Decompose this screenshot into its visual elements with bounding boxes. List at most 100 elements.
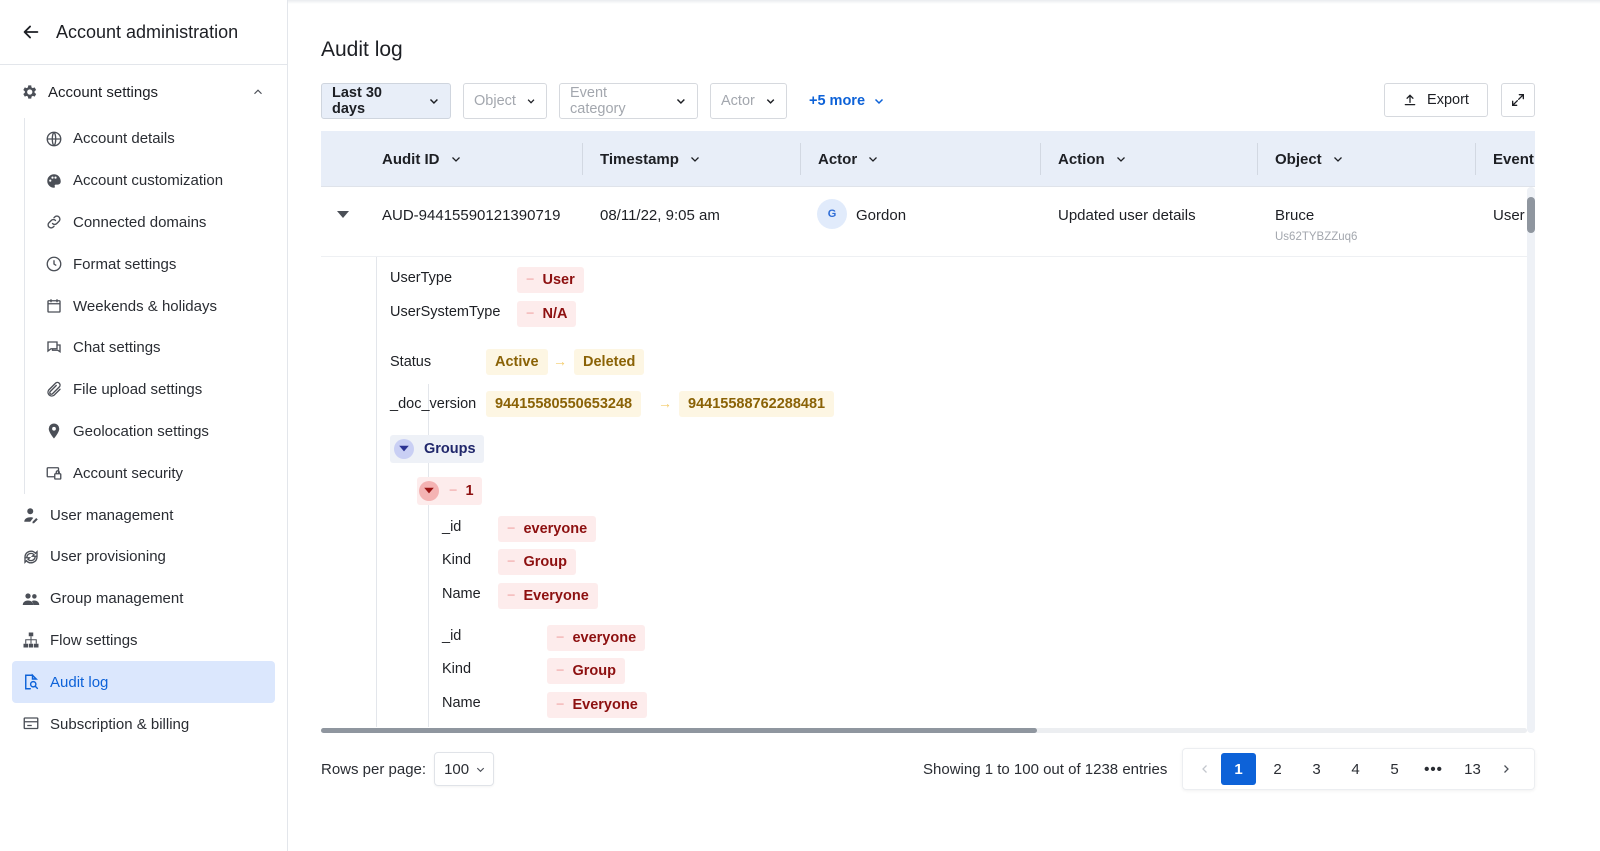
- new-value-pill: Deleted: [574, 349, 645, 375]
- sidebar-item-file-upload-settings[interactable]: File upload settings: [25, 369, 287, 411]
- pill-value: Everyone: [523, 588, 589, 604]
- column-header-timestamp[interactable]: Timestamp: [600, 131, 701, 187]
- column-header-action[interactable]: Action: [1058, 131, 1127, 187]
- column-label: Object: [1275, 150, 1322, 168]
- sidebar-item-label: File upload settings: [73, 381, 203, 399]
- column-label: Action: [1058, 150, 1105, 168]
- clock-icon: [46, 256, 62, 272]
- group-icon: [22, 593, 40, 605]
- groups-label: Groups: [424, 441, 476, 457]
- next-page-button[interactable]: [1494, 753, 1518, 785]
- expand-row-caret-icon[interactable]: [337, 210, 349, 220]
- page-button[interactable]: 4: [1338, 753, 1373, 785]
- removed-marker: −: [526, 272, 535, 288]
- sidebar-item-weekends-holidays[interactable]: Weekends & holidays: [25, 285, 287, 327]
- timestamp-cell: 08/11/22, 9:05 am: [600, 207, 720, 224]
- more-filters-button[interactable]: +5 more: [799, 83, 885, 119]
- groups-node[interactable]: Groups: [390, 435, 484, 463]
- sidebar-item-chat-settings[interactable]: Chat settings: [25, 327, 287, 369]
- removed-value-pill: − Everyone: [547, 692, 647, 718]
- sidebar-item-label: Account details: [73, 130, 175, 148]
- page-button[interactable]: 2: [1260, 753, 1295, 785]
- collapse-caret-icon[interactable]: [419, 481, 439, 501]
- removed-value-pill: − everyone: [547, 625, 646, 651]
- page-button[interactable]: 1: [1221, 753, 1256, 785]
- sidebar-item-geolocation-settings[interactable]: Geolocation settings: [25, 411, 287, 453]
- account-settings-submenu: Account details Account customization Co…: [24, 118, 287, 495]
- column-header-audit-id[interactable]: Audit ID: [382, 131, 462, 187]
- chevron-up-icon[interactable]: [251, 85, 265, 99]
- pill-value: Group: [523, 554, 567, 570]
- sidebar-item-subscription-billing[interactable]: Subscription & billing: [12, 703, 275, 745]
- sidebar-item-connected-domains[interactable]: Connected domains: [25, 202, 287, 244]
- page-button[interactable]: 3: [1299, 753, 1334, 785]
- sidebar-item-group-management[interactable]: Group management: [12, 578, 275, 620]
- sidebar-item-account-security[interactable]: Account security: [25, 452, 287, 494]
- back-arrow-icon[interactable]: [20, 21, 42, 43]
- sidebar-item-label: Account security: [73, 464, 184, 482]
- pill-value: User: [542, 272, 575, 288]
- collapse-caret-icon[interactable]: [394, 439, 414, 459]
- more-filters-label: +5 more: [809, 93, 866, 109]
- sidebar-item-label: Geolocation settings: [73, 422, 209, 440]
- rows-per-page-select[interactable]: 100: [434, 752, 495, 786]
- column-divider: [1257, 143, 1258, 175]
- removed-value-pill: − Group: [547, 658, 625, 684]
- sidebar-item-user-management[interactable]: User management: [12, 494, 275, 536]
- removed-marker: −: [507, 521, 516, 537]
- sidebar-item-account-customization[interactable]: Account customization: [25, 160, 287, 202]
- ellipsis: •••: [1424, 760, 1443, 778]
- removed-value-pill: − everyone: [498, 516, 597, 542]
- chevron-down-icon: [1333, 157, 1342, 162]
- horizontal-scrollbar[interactable]: [321, 728, 1527, 733]
- sync-icon: [24, 549, 38, 564]
- sidebar-item-audit-log[interactable]: Audit log: [12, 661, 275, 704]
- removed-marker: −: [449, 483, 458, 499]
- sidebar-item-flow-settings[interactable]: Flow settings: [12, 620, 275, 662]
- old-value-pill: 94415580550653248: [486, 391, 642, 417]
- page-button[interactable]: 5: [1377, 753, 1412, 785]
- sidebar-item-label: Format settings: [73, 255, 177, 273]
- sidebar-item-format-settings[interactable]: Format settings: [25, 243, 287, 285]
- event-category-filter[interactable]: Event category: [559, 83, 698, 119]
- column-label: Actor: [818, 150, 858, 168]
- expand-button[interactable]: [1501, 83, 1535, 117]
- removed-value-pill: − Everyone: [498, 583, 598, 609]
- column-header-event[interactable]: Event: [1493, 131, 1534, 187]
- field-label-kind: Kind: [442, 552, 472, 568]
- date-range-filter[interactable]: Last 30 days: [321, 83, 451, 119]
- group-index-node[interactable]: − 1: [417, 477, 482, 505]
- billing-icon: [23, 717, 39, 730]
- scrollbar-thumb[interactable]: [1527, 197, 1535, 233]
- sidebar-group-account-settings[interactable]: Account settings: [0, 66, 287, 118]
- table-header: Audit ID Timestamp Actor Action Object E…: [321, 131, 1535, 187]
- page-button[interactable]: 13: [1455, 753, 1490, 785]
- field-label-doc-version: _doc_version: [390, 396, 477, 412]
- column-divider: [1475, 143, 1476, 175]
- sidebar-item-account-details[interactable]: Account details: [25, 118, 287, 160]
- column-divider: [800, 143, 801, 175]
- table-row[interactable]: AUD-94415590121390719 08/11/22, 9:05 am …: [321, 187, 1527, 257]
- sidebar-item-label: Account customization: [73, 172, 224, 190]
- avatar: G: [817, 199, 847, 229]
- chat-icon: [47, 341, 61, 353]
- export-label: Export: [1427, 92, 1469, 108]
- object-filter[interactable]: Object: [463, 83, 547, 119]
- field-label-id: _id: [442, 519, 462, 535]
- actor-filter[interactable]: Actor: [710, 83, 787, 119]
- new-value-pill: 94415588762288481: [679, 391, 835, 417]
- calendar-icon: [47, 299, 61, 313]
- vertical-scrollbar[interactable]: [1527, 187, 1535, 733]
- column-header-actor[interactable]: Actor: [818, 131, 879, 187]
- prev-page-button[interactable]: [1193, 753, 1217, 785]
- sidebar-item-label: User management: [50, 506, 174, 524]
- sidebar-item-user-provisioning[interactable]: User provisioning: [12, 536, 275, 578]
- removed-value-pill: − User: [517, 267, 584, 293]
- column-header-object[interactable]: Object: [1275, 131, 1344, 187]
- page-title: Audit log: [321, 38, 403, 61]
- field-label-usertype: UserType: [390, 270, 453, 286]
- export-button[interactable]: Export: [1384, 83, 1488, 117]
- scrollbar-thumb[interactable]: [321, 728, 1037, 733]
- removed-value-pill: − Group: [498, 549, 576, 575]
- field-label-id: _id: [442, 628, 462, 644]
